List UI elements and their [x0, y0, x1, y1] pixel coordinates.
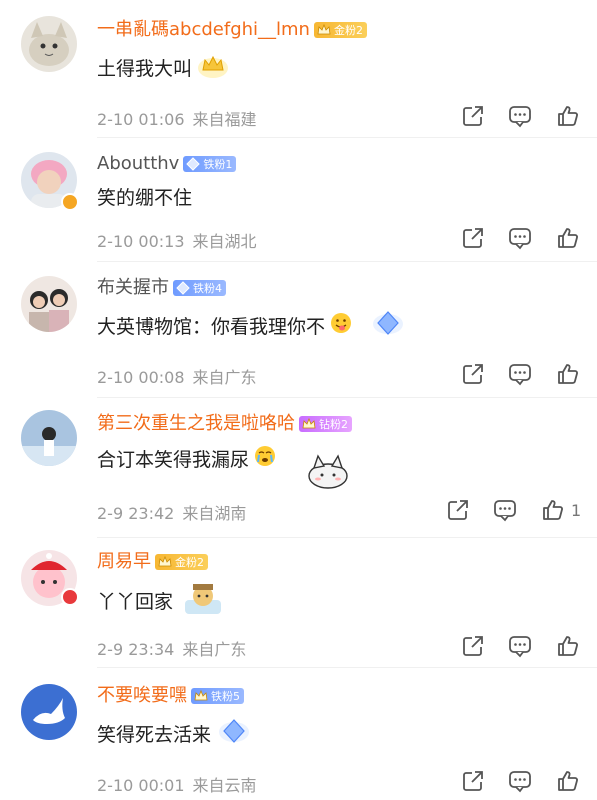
crying-face-emoji-icon	[253, 444, 277, 476]
fan-badge[interactable]: 铁粉4	[173, 280, 226, 296]
fan-badge-label: 铁粉4	[193, 282, 222, 295]
like-icon[interactable]	[555, 633, 581, 659]
crown-icon	[301, 416, 317, 432]
fan-badge[interactable]: 铁粉1	[183, 156, 237, 172]
girl-avatar-image	[21, 410, 77, 466]
like-icon[interactable]	[555, 768, 581, 794]
like-icon[interactable]	[555, 103, 581, 129]
fan-badge-label: 金粉2	[333, 24, 363, 37]
username[interactable]: 不要唉要嘿	[97, 684, 187, 708]
comment-date: 2-10 00:01	[97, 776, 185, 795]
username[interactable]: Aboutthv	[97, 152, 179, 176]
comment-location: 来自湖北	[192, 232, 257, 251]
fan-badge-label: 铁粉1	[203, 158, 233, 171]
comment-meta: 2-9 23:34 来自广东	[97, 636, 246, 660]
comment-location: 来自湖南	[182, 504, 247, 523]
avatar[interactable]	[21, 16, 77, 72]
like-icon[interactable]	[540, 497, 566, 523]
comment-date: 2-10 00:13	[97, 232, 185, 251]
comment-text-row: 笑的绷不住	[97, 184, 192, 212]
comment-text: 笑的绷不住	[97, 187, 193, 209]
people-avatar-image	[21, 276, 77, 332]
comment-icon[interactable]	[507, 361, 533, 387]
diamond-icon	[175, 280, 191, 296]
comment-item: Aboutthv 铁粉1 笑的绷不住 2-10 00:13 来自湖北	[0, 138, 597, 262]
crown-icon	[193, 688, 209, 704]
verified-badge-icon	[61, 588, 79, 606]
diamond-sticker-icon	[371, 308, 405, 346]
comment-item: 不要唉要嘿 铁粉5 笑得死去活来 2-10 00:01 来自云南	[0, 668, 597, 800]
comment-text-row: 丫丫回家	[97, 580, 223, 624]
comment-meta: 2-10 00:13 来自湖北	[97, 228, 257, 252]
crown-sticker-icon	[196, 50, 230, 88]
comment-meta: 2-10 00:01 来自云南	[97, 772, 257, 796]
comment-text: 大英博物馆：你看我理你不	[97, 316, 326, 338]
crown-icon	[157, 554, 173, 570]
comment-text-row: 土得我大叫	[97, 50, 230, 88]
comment-text: 笑得死去活来	[97, 724, 212, 746]
comment-text-row: 合订本笑得我漏尿	[97, 444, 277, 476]
dog-sticker-icon	[183, 580, 223, 624]
comment-text: 土得我大叫	[97, 58, 193, 80]
share-icon[interactable]	[460, 361, 486, 387]
comment-icon[interactable]	[507, 225, 533, 251]
verified-badge-icon	[61, 193, 79, 211]
fan-badge-label: 铁粉5	[211, 690, 240, 703]
fan-badge-label: 金粉2	[175, 556, 204, 569]
comment-date: 2-9 23:34	[97, 640, 175, 659]
share-icon[interactable]	[460, 633, 486, 659]
comment-item: 布关握市 铁粉4 大英博物馆：你看我理你不 2-10 00:08 来自广东	[0, 262, 597, 398]
avatar[interactable]	[21, 410, 77, 466]
comment-location: 来自云南	[192, 776, 257, 795]
share-icon[interactable]	[445, 497, 471, 523]
comment-location: 来自福建	[192, 110, 257, 129]
comment-icon[interactable]	[507, 633, 533, 659]
comment-location: 来自广东	[192, 368, 257, 387]
comment-item: 第三次重生之我是啦咯哈 钻粉2 合订本笑得我漏尿 2-9 23:42 来自湖南	[0, 398, 597, 538]
username[interactable]: 一串亂碼abcdefghi__lmn	[97, 18, 310, 42]
share-icon[interactable]	[460, 225, 486, 251]
tongue-face-emoji-icon	[329, 311, 353, 343]
crown-icon	[316, 22, 332, 38]
like-icon[interactable]	[555, 361, 581, 387]
comment-date: 2-9 23:42	[97, 504, 175, 523]
comment-item: 周易早 金粉2 丫丫回家 2-9 23:34 来自广东	[0, 538, 597, 668]
comment-icon[interactable]	[507, 103, 533, 129]
comment-text: 合订本笑得我漏尿	[97, 449, 250, 471]
fan-badge[interactable]: 钻粉2	[299, 416, 352, 432]
comment-text-row: 笑得死去活来	[97, 716, 251, 754]
share-icon[interactable]	[460, 103, 486, 129]
comment-location: 来自广东	[182, 640, 247, 659]
fan-badge[interactable]: 金粉2	[155, 554, 208, 570]
like-icon[interactable]	[555, 225, 581, 251]
fan-badge[interactable]: 金粉2	[313, 22, 367, 38]
username[interactable]: 周易早	[97, 550, 151, 574]
username[interactable]: 第三次重生之我是啦咯哈	[97, 412, 295, 436]
fan-badge-label: 钻粉2	[319, 418, 348, 431]
comment-icon[interactable]	[492, 497, 518, 523]
comment-meta: 2-10 00:08 来自广东	[97, 364, 257, 388]
comment-date: 2-10 00:08	[97, 368, 185, 387]
comment-text: 丫丫回家	[97, 591, 174, 613]
comment-date: 2-10 01:06	[97, 110, 185, 129]
username[interactable]: 布关握市	[97, 276, 169, 300]
cat-avatar-image	[21, 16, 77, 72]
comment-meta: 2-10 01:06 来自福建	[97, 106, 257, 130]
comment-item: 一串亂碼abcdefghi__lmn 金粉2 土得我大叫 2-10 01:06 来…	[0, 0, 597, 138]
share-icon[interactable]	[460, 768, 486, 794]
diamond-icon	[185, 156, 201, 172]
rabbit-logo-avatar-image	[21, 684, 77, 740]
avatar[interactable]	[21, 276, 77, 332]
comment-icon[interactable]	[507, 768, 533, 794]
fan-badge[interactable]: 铁粉5	[191, 688, 244, 704]
cat-sticker-icon	[306, 450, 350, 494]
diamond-sticker-icon	[217, 716, 251, 754]
like-count: 1	[571, 501, 582, 520]
comment-meta: 2-9 23:42 来自湖南	[97, 500, 246, 524]
comment-list: 一串亂碼abcdefghi__lmn 金粉2 土得我大叫 2-10 01:06 来…	[0, 0, 597, 800]
comment-text-row: 大英博物馆：你看我理你不	[97, 308, 405, 346]
avatar[interactable]	[21, 684, 77, 740]
